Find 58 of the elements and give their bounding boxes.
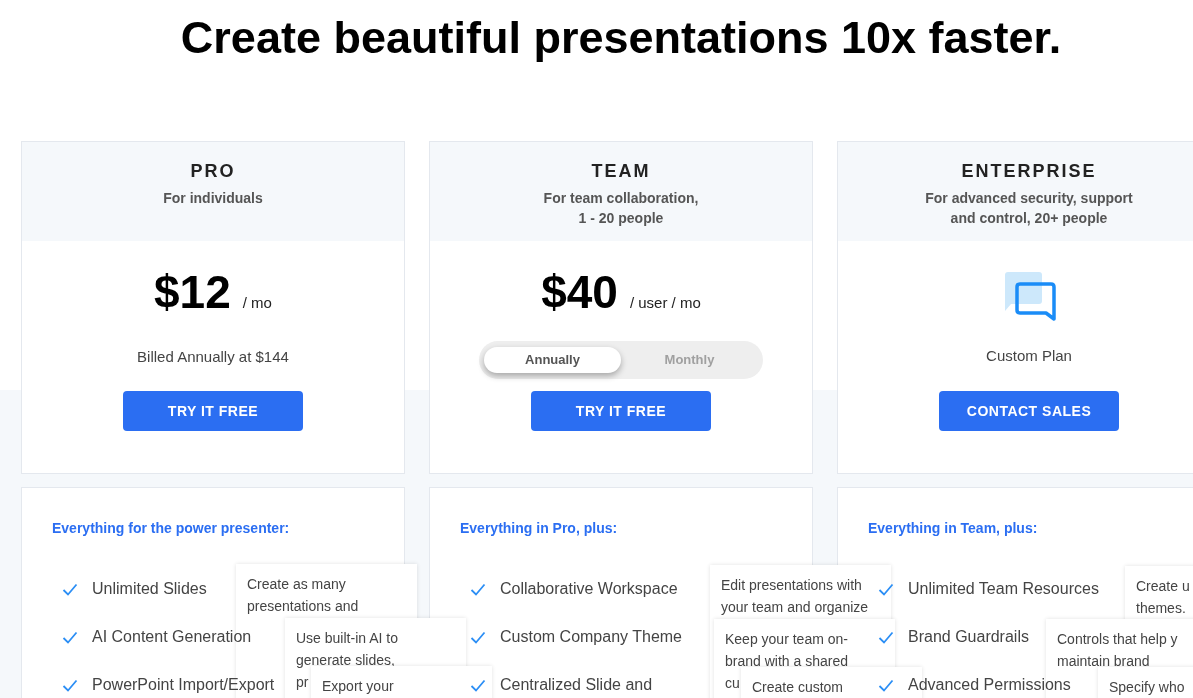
tooltip-text: Create u: [1136, 577, 1190, 596]
tooltip-text: pr: [296, 673, 309, 692]
check-icon: [62, 582, 78, 596]
custom-plan-label: Custom Plan: [986, 346, 1072, 366]
check-icon: [878, 582, 894, 596]
check-icon: [470, 678, 486, 692]
cta-button[interactable]: CONTACT SALES: [939, 391, 1119, 431]
feature-label: Unlimited Team Resources: [908, 579, 1099, 599]
tooltip-text: themes.: [1136, 599, 1186, 618]
billing-note: Billed Annually at $144: [137, 347, 289, 367]
cta-button[interactable]: TRY IT FREE: [531, 391, 711, 431]
page-headline: Create beautiful presentations 10x faster.: [179, 11, 1063, 65]
features-heading: Everything for the power presenter:: [52, 520, 290, 536]
feature-label: Brand Guardrails: [908, 627, 1029, 647]
plan-subtitle: For team collaboration,: [543, 189, 699, 208]
feature-label: AI Content Generation: [92, 627, 252, 647]
price-amount: $12: [154, 269, 231, 315]
plan-name: PRO: [190, 160, 236, 182]
check-icon: [470, 582, 486, 596]
tooltip-text: Create custom: [752, 678, 844, 697]
tooltip-text: Keep your team on-: [725, 630, 848, 649]
tooltip-text: presentations and: [247, 597, 359, 616]
feature-label: Custom Company Theme: [500, 627, 682, 647]
tooltip-text: generate slides,: [296, 651, 395, 670]
plan-subtitle: For advanced security, support: [925, 189, 1133, 208]
feature-label: Advanced Permissions: [908, 675, 1071, 695]
plan-subtitle: and control, 20+ people: [950, 209, 1108, 228]
plan-subtitle: 1 - 20 people: [578, 209, 664, 228]
cta-button[interactable]: TRY IT FREE: [123, 391, 303, 431]
plan-name: TEAM: [591, 160, 651, 182]
feature-label: PowerPoint Import/Export: [92, 675, 275, 695]
price-unit: / user / mo: [629, 293, 701, 313]
check-icon: [878, 630, 894, 644]
tooltip-text: cu: [725, 674, 740, 693]
tooltip-text: Export your: [322, 677, 394, 696]
tooltip-text: Create as many: [247, 575, 346, 594]
price-unit: / mo: [242, 293, 272, 313]
feature-label: Unlimited Slides: [92, 579, 207, 599]
features-heading: Everything in Team, plus:: [868, 520, 1038, 536]
tooltip-text: Edit presentations with: [721, 576, 862, 595]
tooltip-text: brand with a shared: [725, 652, 848, 671]
features-heading: Everything in Pro, plus:: [460, 520, 618, 536]
billing-toggle[interactable]: Annually Monthly: [479, 341, 763, 379]
billing-option[interactable]: Annually: [484, 347, 621, 373]
feature-label: Collaborative Workspace: [500, 579, 678, 599]
feature-label: Centralized Slide and: [500, 675, 653, 695]
check-icon: [62, 678, 78, 692]
plan-subtitle: For individuals: [163, 189, 263, 208]
check-icon: [878, 678, 894, 692]
check-icon: [62, 630, 78, 644]
tooltip-text: maintain brand: [1057, 652, 1150, 671]
price-amount: $40: [541, 269, 618, 315]
plan-name: ENTERPRISE: [961, 160, 1097, 182]
check-icon: [470, 630, 486, 644]
tooltip-text: Use built-in AI to: [296, 629, 398, 648]
tooltip-text: your team and organize: [721, 598, 869, 617]
tooltip-text: Specify who: [1109, 678, 1185, 697]
tooltip-text: Controls that help y: [1057, 630, 1178, 649]
